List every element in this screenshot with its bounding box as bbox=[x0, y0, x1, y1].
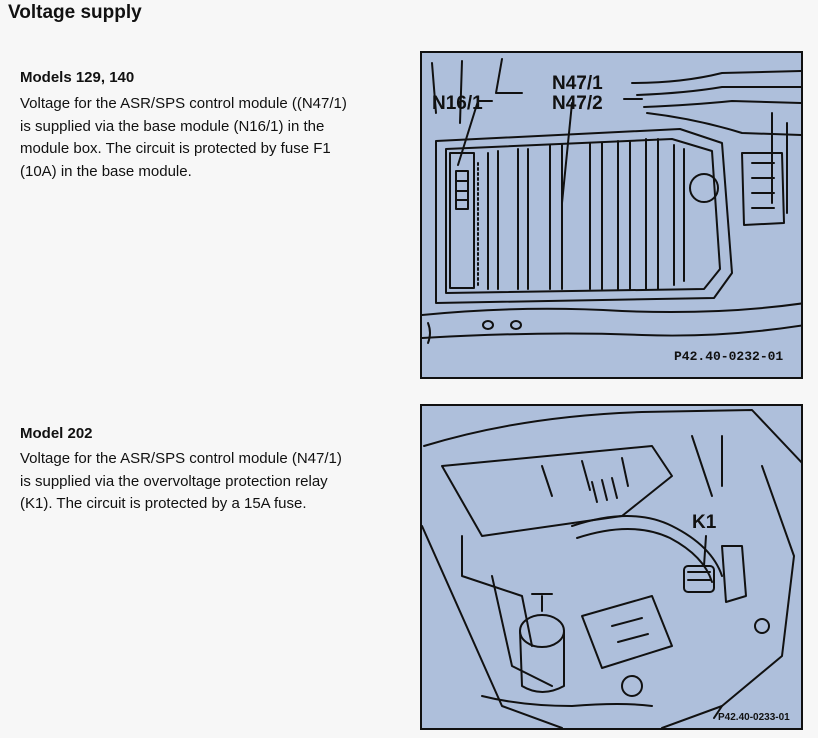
engine-compartment-illustration: K1 P42.40-0233-01 bbox=[420, 404, 803, 730]
section-body-model-202: Voltage for the ASR/SPS control module (… bbox=[20, 450, 342, 512]
section-heading-models-129-140: Models 129, 140 bbox=[20, 69, 135, 86]
callout-n16-1: N16/1 bbox=[432, 93, 483, 114]
figure-code-0233: P42.40-0233-01 bbox=[718, 712, 790, 723]
page-title: Voltage supply bbox=[8, 2, 142, 23]
callout-n47-1: N47/1 bbox=[552, 73, 603, 94]
module-box-illustration: N16/1 N47/1 N47/2 P42.40-0232-01 bbox=[420, 51, 803, 379]
engine-compartment-line-drawing bbox=[422, 409, 801, 728]
section-body-models-129-140: Voltage for the ASR/SPS control module (… bbox=[20, 95, 347, 180]
callout-k1: K1 bbox=[692, 512, 717, 533]
section-heading-model-202: Model 202 bbox=[20, 425, 93, 442]
figure-code-0232: P42.40-0232-01 bbox=[674, 349, 784, 364]
callout-n47-2: N47/2 bbox=[552, 93, 603, 114]
